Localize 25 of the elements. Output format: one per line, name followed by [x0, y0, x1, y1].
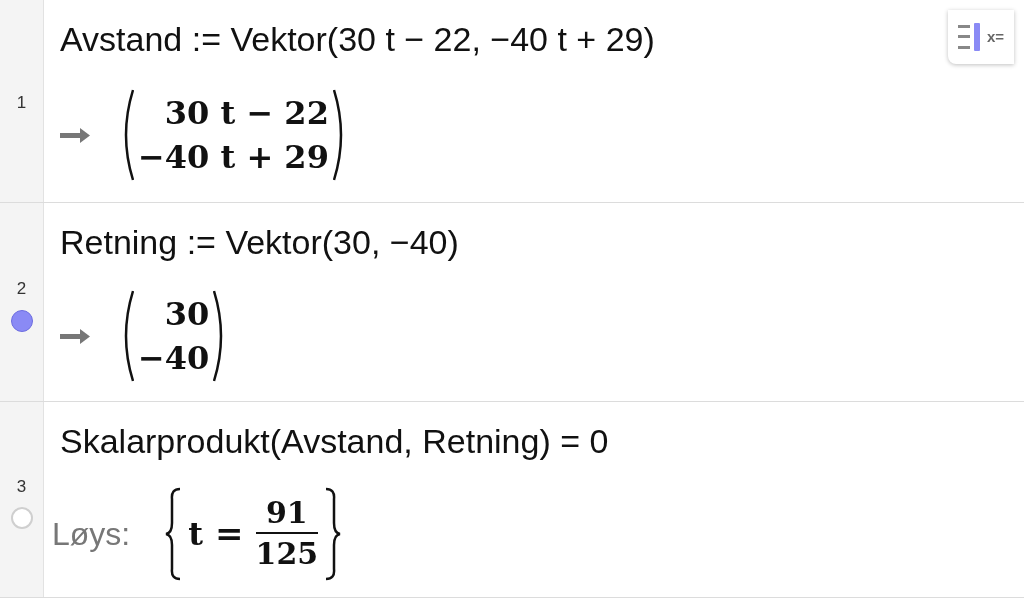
- visibility-toggle[interactable]: [10, 309, 33, 332]
- input-expression[interactable]: Retning := Vektor(30, −40): [60, 216, 459, 268]
- algebra-toggle-button[interactable]: x=: [948, 10, 1014, 64]
- denominator: 125: [255, 534, 319, 573]
- solve-label: Løys:: [52, 514, 131, 554]
- brace-icon: [164, 486, 183, 581]
- parenthesis-icon: [124, 289, 134, 383]
- parenthesis-icon: [332, 88, 343, 182]
- vector-entry: −40 t + 29: [138, 137, 329, 178]
- vector-entry: 30: [164, 294, 210, 335]
- input-expression[interactable]: Skalarprodukt(Avstand, Retning) = 0: [60, 415, 609, 467]
- parenthesis-icon: [124, 88, 134, 182]
- brace-icon: [324, 486, 343, 581]
- vector-entry: −40: [138, 338, 210, 379]
- row-number: 2: [16, 278, 27, 301]
- variable: t: [188, 513, 203, 555]
- arrow-icon: [60, 328, 90, 344]
- row-number: 1: [16, 92, 27, 115]
- equals-sign: =: [215, 512, 244, 555]
- input-expression[interactable]: Avstand := Vektor(30 t − 22, −40 t + 29): [60, 13, 655, 65]
- numerator: 91: [265, 493, 308, 532]
- arrow-icon: [60, 127, 90, 143]
- row-number: 3: [16, 475, 27, 498]
- parenthesis-icon: [213, 289, 224, 383]
- vector-entry: 30 t − 22: [164, 93, 329, 134]
